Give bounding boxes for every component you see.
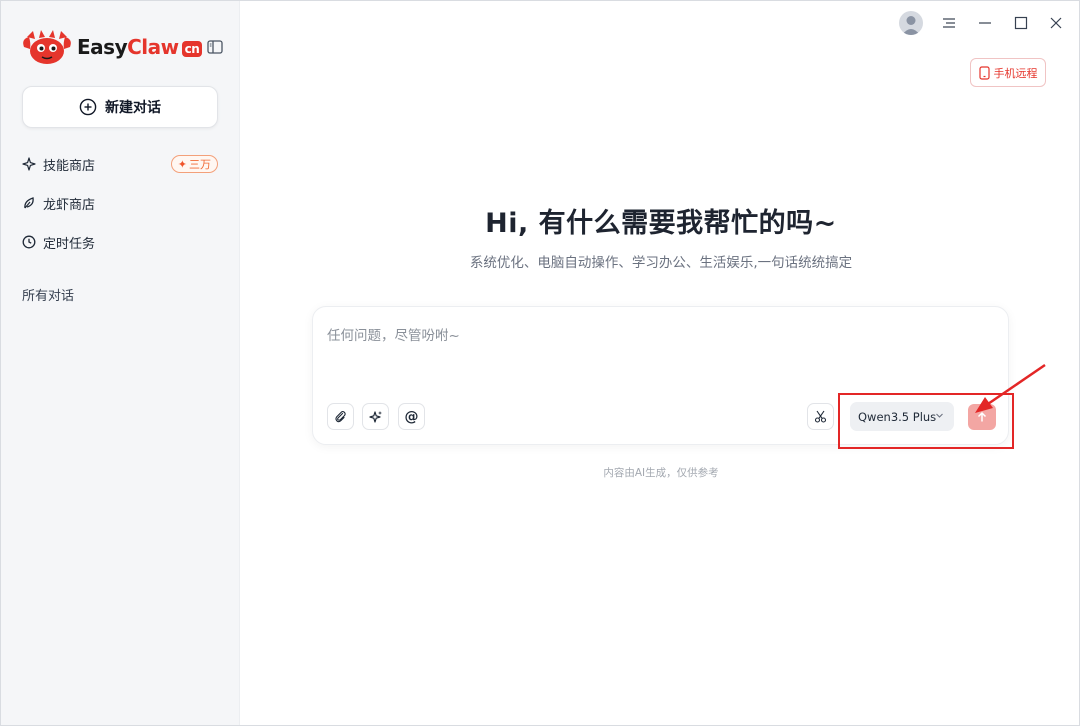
sidebar-item-scheduled-tasks[interactable]: 定时任务: [22, 230, 218, 254]
app-window: EasyClaw cn 新建对话 技能商店 ✦ 三万 龙虾商店 定时任务 所有对…: [0, 0, 1080, 726]
attach-icon: [335, 411, 346, 423]
menu-icon[interactable]: [939, 13, 959, 33]
skills-button[interactable]: [362, 403, 389, 430]
user-icon: [902, 16, 920, 35]
all-chats-label: 所有对话: [22, 289, 75, 304]
page-subtitle: 系统优化、电脑自动操作、学习办公、生活娱乐,一句话统统搞定: [469, 255, 853, 271]
clock-icon: [22, 235, 36, 249]
brand-name-part1: Easy: [77, 35, 128, 59]
skill-count-badge: ✦ 三万: [170, 155, 218, 173]
page-title: Hi, 有什么需要我帮忙的吗~: [485, 208, 837, 239]
sparkle-icon: [22, 157, 36, 171]
ai-disclaimer: 内容由AI生成，仅供参考: [603, 467, 719, 479]
new-chat-label: 新建对话: [105, 100, 161, 116]
sparkle-badge-icon: ✦: [177, 157, 187, 171]
leaf-icon: [24, 197, 34, 209]
maximize-icon[interactable]: [1011, 13, 1031, 33]
phone-icon: [978, 65, 990, 80]
sidebar-item-label: 龙虾商店: [43, 197, 96, 213]
sidebar-toggle-icon[interactable]: [207, 40, 223, 54]
sidebar-item-skill-store[interactable]: 技能商店 ✦ 三万: [22, 152, 218, 176]
plus-circle-icon: [79, 98, 97, 116]
new-chat-button[interactable]: 新建对话: [22, 86, 218, 128]
brand-badge: cn: [181, 41, 203, 57]
annotation-arrow-icon: [975, 363, 1046, 413]
scissors-icon: [814, 410, 827, 423]
screenshot-button[interactable]: [807, 403, 834, 430]
user-avatar[interactable]: [899, 11, 923, 35]
remote-label: 手机远程: [993, 66, 1038, 80]
sidebar-item-label: 定时任务: [43, 236, 96, 252]
attach-button[interactable]: [327, 403, 354, 430]
sidebar: EasyClaw cn 新建对话 技能商店 ✦ 三万 龙虾商店 定时任务 所有对…: [1, 1, 240, 725]
minimize-icon[interactable]: [975, 13, 995, 33]
brand-name-part2: Claw: [127, 35, 179, 59]
sparkle-icon: [368, 410, 382, 423]
sidebar-item-lobster-store[interactable]: 龙虾商店: [22, 191, 218, 215]
at-icon: @: [404, 408, 419, 425]
logo: EasyClaw cn: [21, 27, 231, 67]
chat-input[interactable]: [327, 325, 987, 347]
sidebar-item-label: 技能商店: [43, 158, 96, 174]
brand-name: EasyClaw cn: [77, 35, 203, 59]
mobile-remote-button[interactable]: 手机远程: [970, 58, 1046, 87]
mention-button[interactable]: @: [398, 403, 425, 430]
close-icon[interactable]: [1046, 13, 1066, 33]
badge-text: 三万: [189, 158, 211, 171]
lobster-logo-icon: [23, 30, 71, 64]
